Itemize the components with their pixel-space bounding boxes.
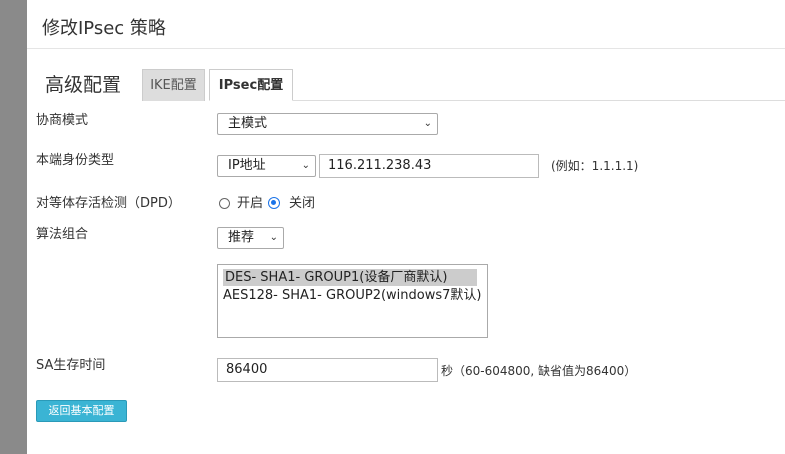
dialog-header: 修改IPsec 策略 [27,0,785,49]
local-identity-type-select[interactable]: IP地址 ⌄ [217,155,316,177]
dpd-label: 对等体存活检测（DPD） [36,196,181,211]
sa-lifetime-input[interactable]: 86400 [217,358,438,382]
sa-lifetime-hint: 秒（60-604800, 缺省值为86400） [441,364,637,378]
dpd-on-radio[interactable] [219,198,230,209]
dpd-off-label: 关闭 [289,196,316,211]
back-to-basic-config-button[interactable]: 返回基本配置 [36,400,127,422]
negotiation-mode-value: 主模式 [228,116,268,131]
algorithm-value: 推荐 [228,230,255,245]
section-title: 高级配置 [45,74,122,96]
tab-ipsec-config[interactable]: IPsec配置 [209,69,293,101]
local-identity-label: 本端身份类型 [36,153,115,168]
algorithm-option[interactable]: AES128- SHA1- GROUP2(windows7默认) [223,287,481,304]
local-identity-hint: (例如：1.1.1.1) [551,159,639,173]
edit-ipsec-policy-dialog: 修改IPsec 策略 高级配置 IKE配置 IPsec配置 协商模式 主模式 ⌄… [27,0,785,454]
local-identity-address-input[interactable]: 116.211.238.43 [319,154,539,178]
negotiation-mode-label: 协商模式 [36,113,89,128]
chevron-down-icon: ⌄ [423,118,432,129]
chevron-down-icon: ⌄ [269,232,278,243]
sa-lifetime-label: SA生存时间 [36,358,106,373]
algorithm-listbox[interactable]: DES- SHA1- GROUP1(设备厂商默认) AES128- SHA1- … [217,264,488,338]
tab-ike-config[interactable]: IKE配置 [142,69,205,101]
algorithm-option[interactable]: DES- SHA1- GROUP1(设备厂商默认) [223,269,477,286]
negotiation-mode-select[interactable]: 主模式 ⌄ [217,113,438,135]
local-identity-type-value: IP地址 [228,158,266,173]
tab-divider [293,100,785,101]
dpd-off-radio[interactable] [268,197,280,209]
dialog-title: 修改IPsec 策略 [42,18,166,39]
algorithm-label: 算法组合 [36,227,89,242]
algorithm-select[interactable]: 推荐 ⌄ [217,227,284,249]
dpd-on-label: 开启 [237,196,264,211]
chevron-down-icon: ⌄ [301,160,310,171]
